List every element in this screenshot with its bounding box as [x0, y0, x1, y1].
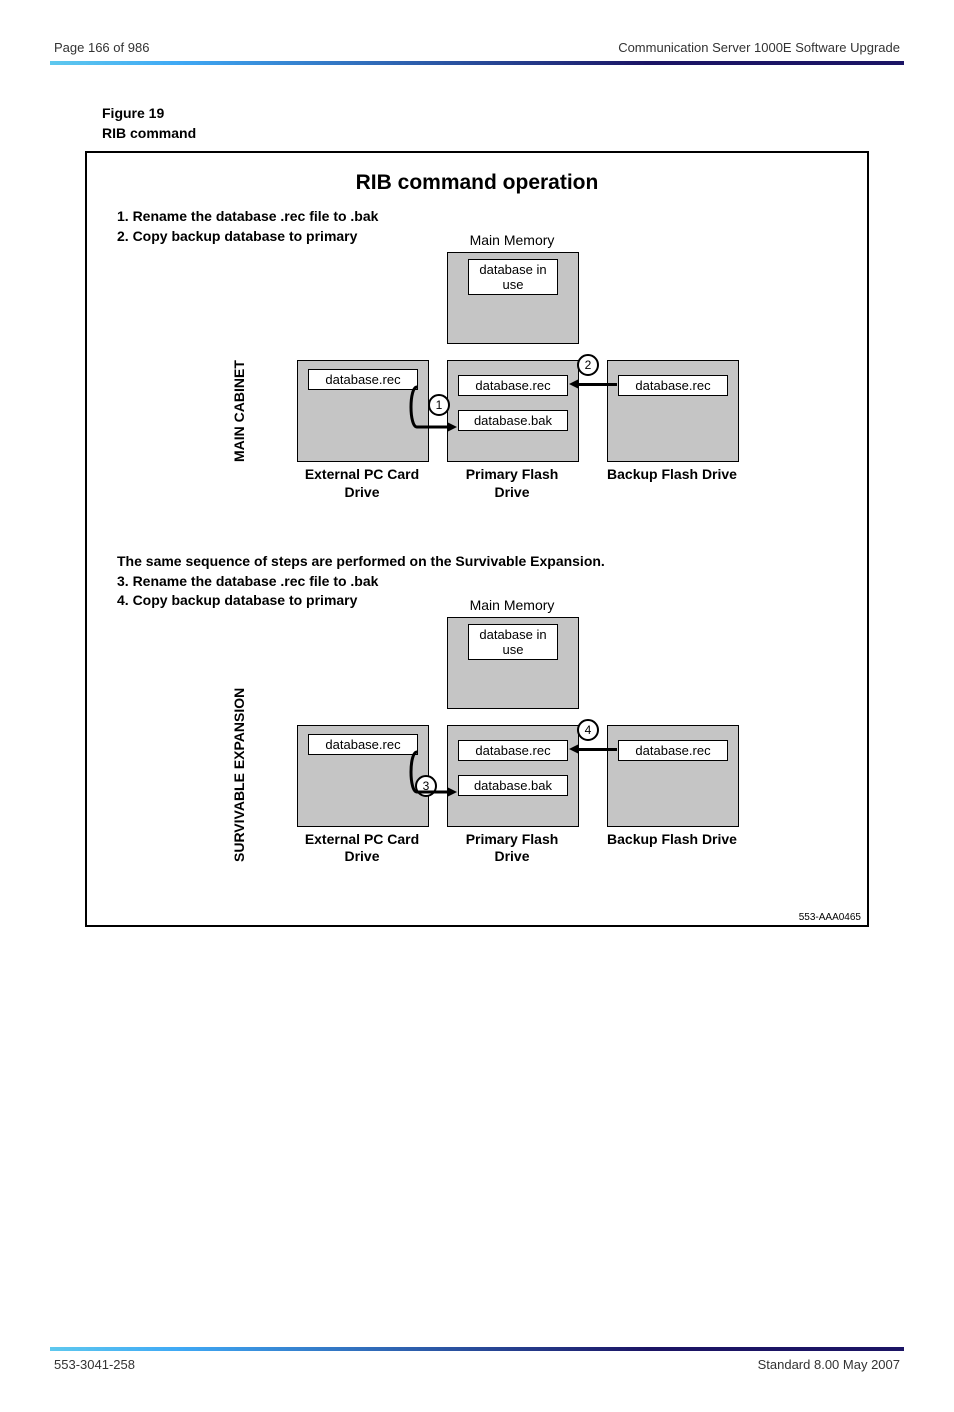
footer-right: Standard 8.00 May 2007	[758, 1357, 900, 1372]
pri-bak-a: database.bak	[458, 410, 568, 431]
ext-label-b: External PC Card Drive	[297, 831, 427, 866]
bak-rec-b: database.rec	[618, 740, 728, 761]
header-rule	[50, 61, 904, 65]
main-memory-box-a: database in use	[447, 252, 579, 344]
bak-label-b: Backup Flash Drive	[607, 831, 737, 849]
section-main-cabinet: MAIN CABINET Main Memory database in use…	[117, 252, 837, 552]
footer-rule	[50, 1347, 904, 1351]
ext-label-a: External PC Card Drive	[297, 466, 427, 501]
backup-drive-a: database.rec	[607, 360, 739, 462]
mem-label-b: Main Memory	[447, 597, 577, 613]
header-left: Page 166 of 986	[54, 40, 149, 55]
arrow-1	[407, 382, 462, 442]
steps-b-intro: The same sequence of steps are performed…	[117, 552, 837, 572]
figure-caption-title: RIB command	[102, 125, 904, 141]
figure-caption-label: Figure 19	[102, 105, 904, 121]
pri-rec-a: database.rec	[458, 375, 568, 396]
step-1: 1. Rename the database .rec file to .bak	[117, 207, 837, 227]
header-right: Communication Server 1000E Software Upgr…	[618, 40, 900, 55]
arrow-2	[577, 383, 617, 386]
circled-4: 4	[577, 719, 599, 741]
mem-label-a: Main Memory	[447, 232, 577, 248]
figure-box: RIB command operation 1. Rename the data…	[85, 151, 869, 927]
bak-rec-a: database.rec	[618, 375, 728, 396]
primary-drive-a: database.rec database.bak	[447, 360, 579, 462]
circled-2: 2	[577, 354, 599, 376]
arrow-4	[577, 748, 617, 751]
db-in-use-b: database in use	[468, 624, 558, 660]
pri-label-b: Primary Flash Drive	[447, 831, 577, 866]
arrow-2-head	[569, 379, 579, 389]
pri-rec-b: database.rec	[458, 740, 568, 761]
arrow-4-head	[569, 744, 579, 754]
backup-drive-b: database.rec	[607, 725, 739, 827]
main-memory-box-b: database in use	[447, 617, 579, 709]
bak-label-a: Backup Flash Drive	[607, 466, 737, 484]
pri-bak-b: database.bak	[458, 775, 568, 796]
drawing-id: 553-AAA0465	[799, 912, 861, 923]
ext-rec-a: database.rec	[308, 369, 418, 390]
primary-drive-b: database.rec database.bak	[447, 725, 579, 827]
db-in-use-a: database in use	[468, 259, 558, 295]
footer-left: 553-3041-258	[54, 1357, 135, 1372]
ext-rec-b: database.rec	[308, 734, 418, 755]
arrow-3	[407, 747, 462, 807]
main-cabinet-label: MAIN CABINET	[231, 360, 247, 462]
step-3: 3. Rename the database .rec file to .bak	[117, 572, 837, 592]
diagram-title: RIB command operation	[117, 171, 837, 195]
pri-label-a: Primary Flash Drive	[447, 466, 577, 501]
section-survivable-expansion: SURVIVABLE EXPANSION Main Memory databas…	[117, 617, 837, 917]
survivable-expansion-label: SURVIVABLE EXPANSION	[231, 688, 247, 862]
